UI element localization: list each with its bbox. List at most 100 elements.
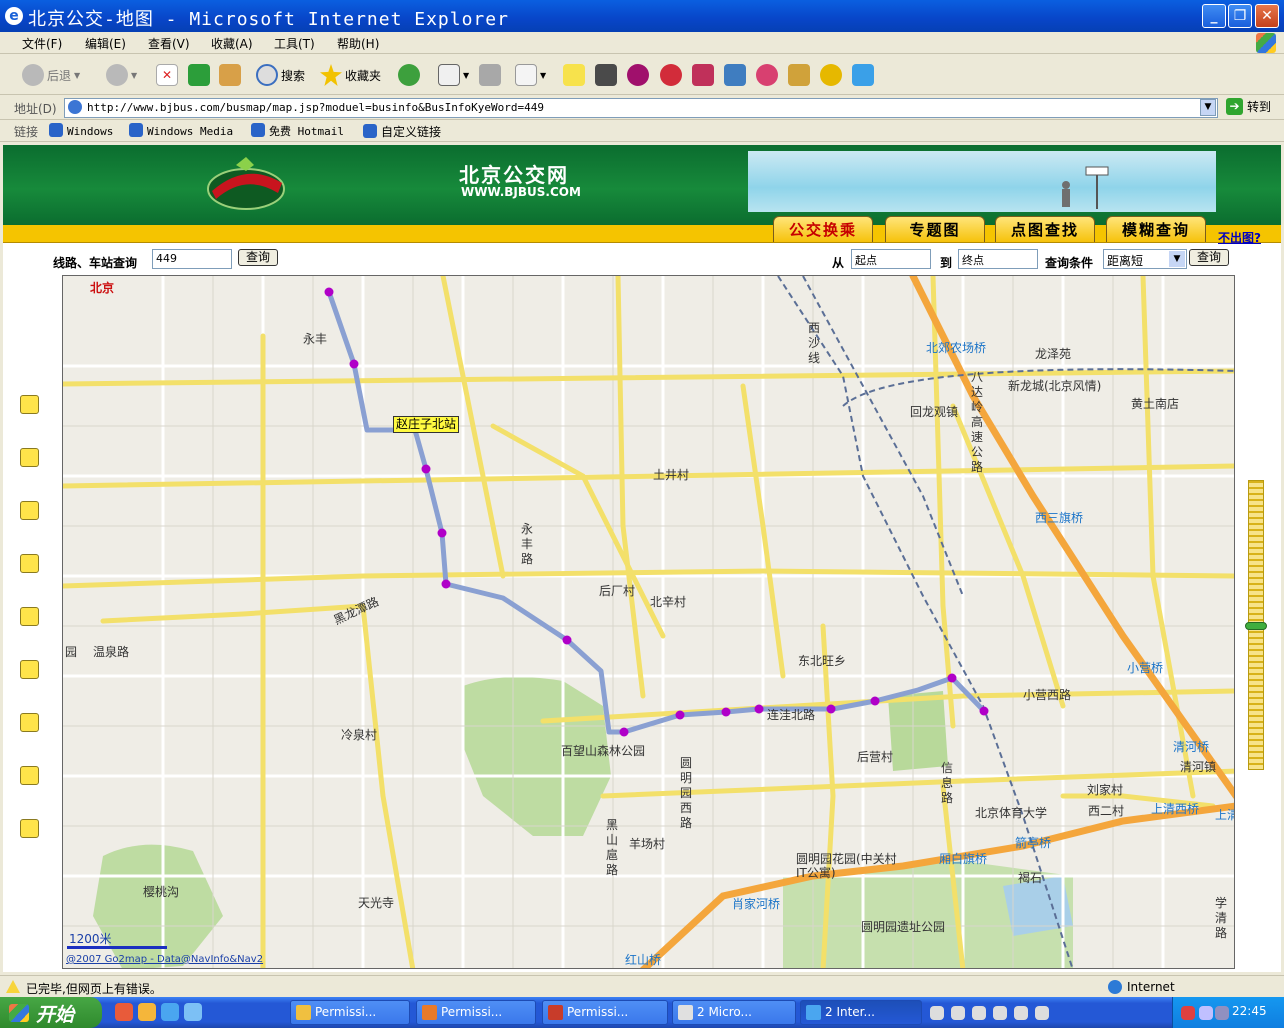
clear-icon[interactable] (20, 766, 39, 785)
bus-stop-marker[interactable] (979, 706, 989, 716)
pan-hand-icon[interactable] (20, 554, 39, 573)
link-windows[interactable]: Windows (49, 123, 113, 138)
tool-k-button[interactable] (595, 62, 617, 88)
address-dropdown-button[interactable]: ▼ (1200, 99, 1216, 116)
zoom-slider-handle[interactable] (1245, 622, 1267, 630)
tab-topic-map[interactable]: 专题图 (885, 216, 985, 242)
tray-icon[interactable] (993, 1006, 1007, 1020)
bus-stop-marker[interactable] (947, 673, 957, 683)
search-button[interactable]: 搜索 (256, 62, 305, 88)
back-button[interactable]: 后退 ▼ (22, 62, 80, 88)
link-hotmail[interactable]: 免费 Hotmail (251, 123, 344, 139)
bus-stop-marker[interactable] (826, 704, 836, 714)
tab-point-search[interactable]: 点图查找 (995, 216, 1095, 242)
task-label: 2 Inter... (825, 1005, 875, 1019)
line-query-button[interactable]: 查询 (238, 249, 278, 266)
task-button[interactable]: Permissi... (416, 1000, 536, 1025)
bus-route-map[interactable]: 北京 赵庄子北站 永丰 永丰路 土井村 后厂村 北辛村 东北旺乡 连洼北路 后营… (62, 275, 1235, 969)
maximize-button[interactable]: ❐ (1228, 4, 1252, 28)
to-input[interactable]: 终点 (958, 249, 1038, 269)
warning-icon[interactable] (6, 980, 20, 993)
go-button[interactable]: ➔ 转到 (1226, 98, 1271, 115)
tray-icon[interactable] (972, 1006, 986, 1020)
area-measure-icon[interactable] (20, 660, 39, 679)
zoom-out-icon[interactable] (20, 448, 39, 467)
close-button[interactable]: ✕ (1255, 4, 1279, 28)
edit-button[interactable]: ▼ (515, 62, 546, 88)
from-input[interactable]: 起点 (851, 249, 931, 269)
bus-stop-marker[interactable] (324, 287, 334, 297)
line-search-input[interactable]: 449 (152, 249, 232, 269)
ruler-icon[interactable] (20, 607, 39, 626)
bus-stop-marker[interactable] (562, 635, 572, 645)
start-button[interactable]: 开始 (0, 997, 102, 1028)
desktop-icon[interactable] (184, 1003, 202, 1021)
quicklaunch-icon[interactable] (115, 1003, 133, 1021)
menu-tools[interactable]: 工具(T) (274, 35, 315, 52)
tray-icon[interactable] (1215, 1006, 1229, 1020)
task-label: Permissi... (315, 1005, 377, 1019)
bus-stop-marker[interactable] (349, 359, 359, 369)
condition-select[interactable]: 距离短 ▼ (1103, 249, 1187, 269)
favorites-label: 收藏夹 (345, 68, 382, 83)
favorites-button[interactable]: 收藏夹 (320, 62, 381, 88)
overview-icon[interactable] (20, 713, 39, 732)
tool-7-button[interactable] (820, 62, 842, 88)
tray-icon[interactable] (1199, 1006, 1213, 1020)
link-custom[interactable]: 自定义链接 (363, 123, 441, 140)
map-copyright[interactable]: @2007 Go2map - Data@NavInfo&Nav2 (66, 954, 263, 965)
task-button-active[interactable]: 2 Inter... (800, 1000, 922, 1025)
help-icon[interactable] (20, 819, 39, 838)
bus-stop-marker[interactable] (870, 696, 880, 706)
stop-callout[interactable]: 赵庄子北站 (393, 416, 460, 433)
tray-icon[interactable] (1014, 1006, 1028, 1020)
ie-icon[interactable] (161, 1003, 179, 1021)
link-windows-media[interactable]: Windows Media (129, 123, 233, 138)
task-button[interactable]: Permissi... (542, 1000, 668, 1025)
zoom-in-icon[interactable] (20, 395, 39, 414)
note-button[interactable] (563, 62, 585, 88)
refresh-button[interactable] (188, 62, 210, 88)
tray-icon[interactable] (930, 1006, 944, 1020)
media-player-icon[interactable] (138, 1003, 156, 1021)
help-icon[interactable] (1035, 1006, 1049, 1020)
address-input[interactable]: http://www.bjbus.com/busmap/map.jsp?modu… (64, 98, 1218, 118)
bus-stop-marker[interactable] (721, 707, 731, 717)
history-button[interactable] (398, 62, 420, 88)
tray-icon[interactable] (1181, 1006, 1195, 1020)
task-button[interactable]: 2 Micro... (672, 1000, 796, 1025)
tool-4-button[interactable] (724, 62, 746, 88)
tool-q-button[interactable] (627, 62, 649, 88)
bus-stop-marker[interactable] (675, 710, 685, 720)
minimize-button[interactable]: _ (1202, 4, 1226, 28)
tab-transfer[interactable]: 公交换乘 (773, 216, 873, 242)
mail-button[interactable]: ▼ (438, 62, 469, 88)
print-button[interactable] (479, 62, 501, 88)
bus-stop-marker[interactable] (437, 528, 447, 538)
messenger-button[interactable] (852, 62, 874, 88)
tool-3-button[interactable] (692, 62, 714, 88)
menu-help[interactable]: 帮助(H) (337, 35, 379, 52)
home-button[interactable] (219, 62, 241, 88)
route-query-button[interactable]: 查询 (1189, 249, 1229, 266)
task-button[interactable]: Permissi... (290, 1000, 410, 1025)
not-shown-link[interactable]: 不出图? (1218, 229, 1261, 246)
menu-favorites[interactable]: 收藏(A) (211, 35, 253, 52)
globe-icon[interactable] (20, 501, 39, 520)
forward-button[interactable]: ▼ (106, 62, 137, 88)
map-label: 学清路 (1215, 896, 1228, 940)
tab-fuzzy-search[interactable]: 模糊查询 (1106, 216, 1206, 242)
bus-stop-marker[interactable] (421, 464, 431, 474)
tray-icon[interactable] (951, 1006, 965, 1020)
bus-stop-marker[interactable] (754, 704, 764, 714)
stop-button[interactable]: ✕ (156, 62, 178, 88)
bus-stop-marker[interactable] (441, 579, 451, 589)
tool-5-button[interactable] (756, 62, 778, 88)
menu-file[interactable]: 文件(F) (22, 35, 62, 52)
menu-view[interactable]: 查看(V) (148, 35, 190, 52)
map-label: 后厂村 (599, 584, 636, 598)
tool-2-button[interactable] (660, 62, 682, 88)
bus-stop-marker[interactable] (619, 727, 629, 737)
tool-6-button[interactable] (788, 62, 810, 88)
menu-edit[interactable]: 编辑(E) (85, 35, 126, 52)
